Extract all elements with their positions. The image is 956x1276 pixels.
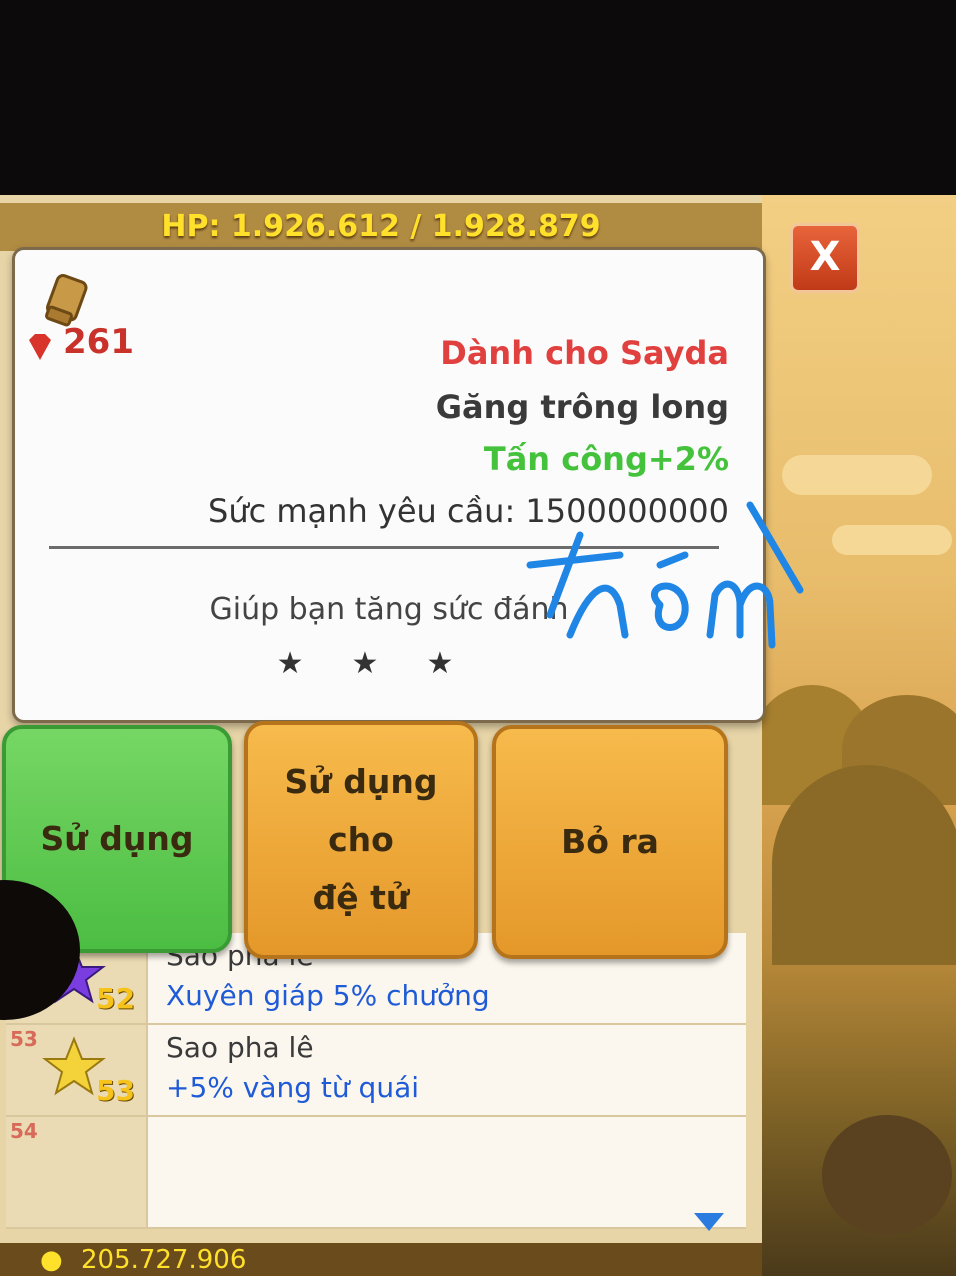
slot-number: 53 <box>10 1027 38 1051</box>
gold-amount: 205.727.906 <box>80 1245 247 1275</box>
ruby-icon <box>29 334 51 360</box>
character-restriction: Dành cho Sayda <box>440 334 729 372</box>
list-item[interactable]: 53 53 Sao pha lê +5% vàng từ quái <box>6 1025 746 1117</box>
item-slot: 54 <box>6 1117 148 1227</box>
item-level: 53 <box>96 1074 135 1107</box>
use-for-disciple-button[interactable]: Sử dụng cho đệ tử <box>244 721 478 959</box>
button-label-line: cho <box>328 820 394 859</box>
drop-button-label: Bỏ ra <box>561 822 659 861</box>
list-item[interactable]: 54 <box>6 1117 746 1229</box>
item-name: Sao pha lê <box>166 1031 314 1064</box>
item-level: 52 <box>96 982 135 1015</box>
cloud <box>782 455 932 495</box>
use-button-label: Sử dụng <box>40 819 194 858</box>
button-label-line: đệ tử <box>312 878 410 917</box>
scroll-down-icon[interactable] <box>694 1213 724 1231</box>
item-title: Găng trông long <box>435 388 729 426</box>
item-description: Xuyên giáp 5% chưởng <box>166 979 490 1012</box>
monster-sprite <box>822 1115 952 1235</box>
game-scene: X <box>752 195 956 1276</box>
item-description: +5% vàng từ quái <box>166 1071 420 1104</box>
gold-bar: ● 205.727.906 <box>0 1243 762 1276</box>
close-button[interactable]: X <box>790 223 860 293</box>
gem-count: 261 <box>63 322 134 362</box>
handwritten-annotation <box>526 501 804 649</box>
glove-item-icon <box>45 274 88 327</box>
hp-text: HP: 1.926.612 / 1.928.879 <box>0 203 762 251</box>
item-stat: Tấn công+2% <box>483 440 729 478</box>
cloud <box>832 525 952 555</box>
button-label-line: Sử dụng <box>284 762 438 801</box>
drop-button[interactable]: Bỏ ra <box>492 725 728 959</box>
hill <box>772 765 956 965</box>
item-slot: 53 53 <box>6 1025 148 1115</box>
coin-icon: ● <box>40 1245 63 1275</box>
game-screen: X HP: 1.926.612 / 1.928.879 52 52 Sao ph… <box>0 195 956 1276</box>
slot-number: 54 <box>10 1119 38 1143</box>
